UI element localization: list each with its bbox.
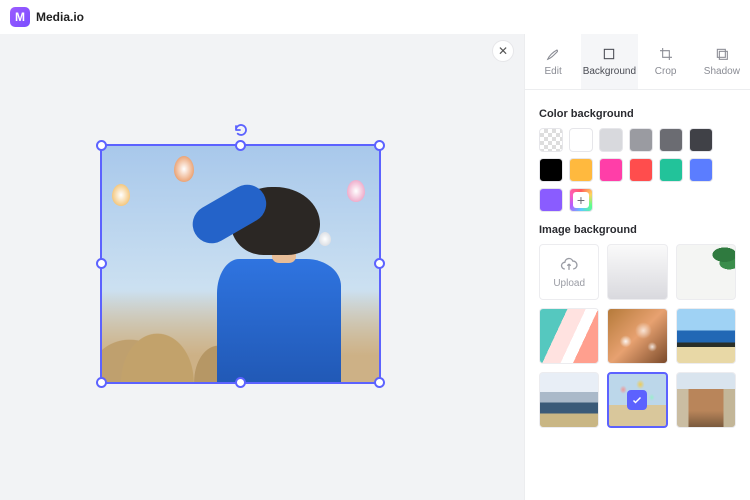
image-bg-pastel-stripes[interactable] xyxy=(539,308,599,364)
tab-label: Shadow xyxy=(704,66,740,77)
resize-handle-ne[interactable] xyxy=(374,140,385,151)
logo-mark: M xyxy=(10,7,30,27)
image-bg-mountains[interactable] xyxy=(539,372,599,428)
section-title-image: Image background xyxy=(539,224,736,236)
resize-handle-s[interactable] xyxy=(235,377,246,388)
close-icon: ✕ xyxy=(498,44,508,58)
image-bg-coast[interactable] xyxy=(676,308,736,364)
tab-label: Background xyxy=(583,66,636,77)
cloud-upload-icon xyxy=(559,254,579,274)
shadow-icon xyxy=(714,46,730,62)
swatch-gray-800[interactable] xyxy=(689,128,713,152)
image-bg-leaves[interactable] xyxy=(676,244,736,300)
swatch-add[interactable] xyxy=(569,188,593,212)
resize-handle-e[interactable] xyxy=(374,258,385,269)
swatch-white[interactable] xyxy=(569,128,593,152)
swatch-gray-600[interactable] xyxy=(659,128,683,152)
image-bg-balloons[interactable] xyxy=(607,372,667,428)
swatch-gray-200[interactable] xyxy=(599,128,623,152)
swatch-violet[interactable] xyxy=(539,188,563,212)
resize-handle-se[interactable] xyxy=(374,377,385,388)
logo-text: Media.io xyxy=(36,10,84,24)
workspace: ✕ Edit xyxy=(0,34,750,500)
swatch-teal[interactable] xyxy=(659,158,683,182)
section-title-color: Color background xyxy=(539,108,736,120)
image-bg-soft-gradient[interactable] xyxy=(607,244,667,300)
panel: Color background Image background Upload xyxy=(525,90,750,446)
image-bg-street[interactable] xyxy=(676,372,736,428)
upload-image-button[interactable]: Upload xyxy=(539,244,599,300)
resize-handle-nw[interactable] xyxy=(96,140,107,151)
swatch-amber[interactable] xyxy=(569,158,593,182)
square-icon xyxy=(601,46,617,62)
swatch-gray-400[interactable] xyxy=(629,128,653,152)
swatch-red[interactable] xyxy=(629,158,653,182)
rotate-handle[interactable] xyxy=(233,122,249,138)
tab-shadow[interactable]: Shadow xyxy=(694,34,750,89)
selected-image[interactable] xyxy=(100,144,381,384)
tab-crop[interactable]: Crop xyxy=(638,34,694,89)
tab-edit[interactable]: Edit xyxy=(525,34,581,89)
topbar: M Media.io xyxy=(0,0,750,34)
resize-handle-n[interactable] xyxy=(235,140,246,151)
swatch-transparent[interactable] xyxy=(539,128,563,152)
brush-icon xyxy=(545,46,561,62)
selected-check-icon xyxy=(627,390,647,410)
tab-background[interactable]: Background xyxy=(581,34,637,89)
image-content xyxy=(102,146,379,382)
image-bg-warm-bokeh[interactable] xyxy=(607,308,667,364)
swatch-pink[interactable] xyxy=(599,158,623,182)
tab-label: Edit xyxy=(545,66,562,77)
resize-handle-sw[interactable] xyxy=(96,377,107,388)
swatch-blue[interactable] xyxy=(689,158,713,182)
swatch-black[interactable] xyxy=(539,158,563,182)
tab-strip: Edit Background Crop Shadow xyxy=(525,34,750,90)
crop-icon xyxy=(658,46,674,62)
sidebar: Edit Background Crop Shadow Color backgr… xyxy=(524,34,750,500)
resize-handle-w[interactable] xyxy=(96,258,107,269)
upload-label: Upload xyxy=(553,278,585,289)
close-button[interactable]: ✕ xyxy=(492,40,514,62)
canvas-area[interactable]: ✕ xyxy=(0,34,524,500)
image-bg-grid: Upload xyxy=(539,244,736,428)
color-swatches xyxy=(539,128,736,212)
tab-label: Crop xyxy=(655,66,677,77)
